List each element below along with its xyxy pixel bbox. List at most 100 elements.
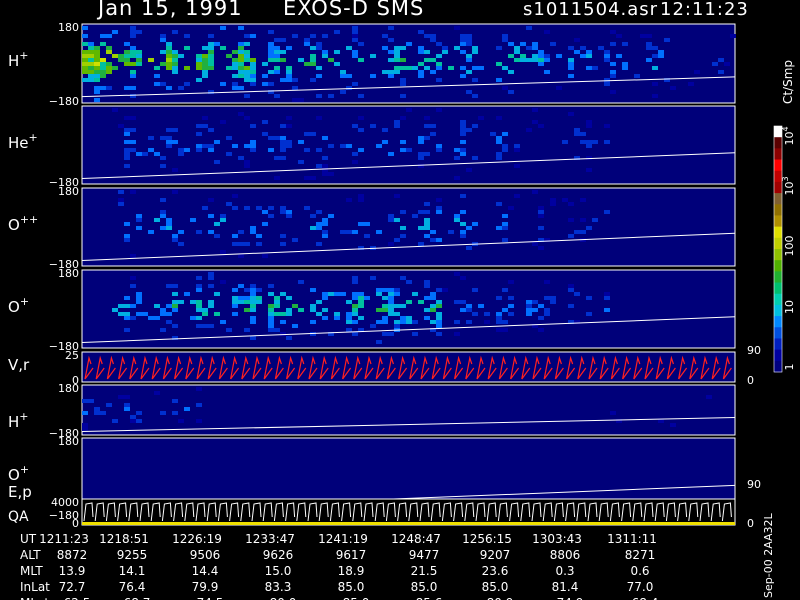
heatmap-cell: [154, 152, 160, 156]
heatmap-cell: [610, 42, 616, 46]
heatmap-cell: [184, 46, 190, 50]
heatmap-cell: [166, 46, 172, 50]
heatmap-cell: [202, 62, 208, 66]
heatmap-cell: [106, 70, 112, 74]
heatmap-cell: [568, 304, 574, 308]
heatmap-cell: [292, 238, 298, 242]
heatmap-cell: [214, 160, 220, 164]
heatmap-cell: [250, 336, 256, 340]
heatmap-cell: [394, 70, 400, 74]
heatmap-cell: [412, 292, 418, 296]
heatmap-cell: [388, 214, 394, 218]
heatmap-cell: [436, 66, 442, 70]
heatmap-cell: [268, 30, 274, 34]
heatmap-cell: [184, 292, 190, 296]
heatmap-cell: [388, 292, 394, 296]
heatmap-cell: [460, 300, 466, 304]
heatmap-cell: [316, 66, 322, 70]
heatmap-cell: [646, 34, 652, 38]
heatmap-cell: [238, 284, 244, 288]
heatmap-cell: [166, 54, 172, 58]
heatmap-cell: [418, 140, 424, 144]
heatmap-cell: [394, 58, 400, 62]
heatmap-cell: [424, 280, 430, 284]
heatmap-cell: [148, 316, 154, 320]
heatmap-cell: [430, 132, 436, 136]
panel-frame: [81, 23, 736, 104]
footer-cell: −85.0: [333, 596, 370, 600]
heatmap-cell: [280, 332, 286, 336]
colorbar-tick: 10: [783, 300, 796, 314]
heatmap-cell: [202, 144, 208, 148]
footer-cell: 72.7: [59, 580, 86, 594]
heatmap-cell: [322, 50, 328, 54]
heatmap-cell: [136, 300, 142, 304]
heatmap-cell: [268, 50, 274, 54]
heatmap-cell: [460, 124, 466, 128]
heatmap-cell: [172, 168, 178, 172]
heatmap-cell: [148, 148, 154, 152]
heatmap-cell: [208, 198, 214, 202]
heatmap-cell: [238, 58, 244, 62]
heatmap-cell: [400, 210, 406, 214]
heatmap-cell: [496, 116, 502, 120]
heatmap-cell: [352, 276, 358, 280]
heatmap-cell: [448, 66, 454, 70]
heatmap-cell: [160, 136, 166, 140]
heatmap-cell: [472, 156, 478, 160]
heatmap-cell: [340, 90, 346, 94]
heatmap-cell: [130, 54, 136, 58]
heatmap-cell: [160, 312, 166, 316]
heatmap-cell: [346, 328, 352, 332]
heatmap-cell: [88, 66, 94, 70]
heatmap-cell: [166, 58, 172, 62]
heatmap-cell: [82, 66, 88, 70]
heatmap-cell: [274, 300, 280, 304]
heatmap-cell: [172, 292, 178, 296]
heatmap-cell: [352, 50, 358, 54]
heatmap-cell: [280, 124, 286, 128]
heatmap-cell: [532, 120, 538, 124]
heatmap-cell: [208, 128, 214, 132]
heatmap-cell: [244, 34, 250, 38]
heatmap-cell: [430, 70, 436, 74]
heatmap-cell: [166, 62, 172, 66]
heatmap-cell: [268, 328, 274, 332]
heatmap-cell: [232, 296, 238, 300]
heatmap-cell: [538, 304, 544, 308]
heatmap-cell: [196, 284, 202, 288]
heatmap-cell: [460, 42, 466, 46]
heatmap-cell: [310, 320, 316, 324]
colorbar-segment: [774, 204, 782, 216]
heatmap-cell: [124, 152, 130, 156]
heatmap-cell: [376, 340, 382, 344]
heatmap-cell: [214, 312, 220, 316]
heatmap-cell: [412, 214, 418, 218]
heatmap-cell: [202, 70, 208, 74]
heatmap-cell: [550, 296, 556, 300]
heatmap-cell: [322, 296, 328, 300]
panel-label: He+: [8, 131, 38, 152]
heatmap-cell: [316, 94, 322, 98]
heatmap-cell: [130, 74, 136, 78]
heatmap-cell: [172, 304, 178, 308]
heatmap-cell: [166, 86, 172, 90]
panel-label: O+: [8, 295, 29, 316]
heatmap-cell: [382, 308, 388, 312]
heatmap-cell: [160, 34, 166, 38]
heatmap-cell: [340, 74, 346, 78]
heatmap-cell: [532, 108, 538, 112]
heatmap-cell: [376, 308, 382, 312]
heatmap-cell: [550, 300, 556, 304]
panel-frame: [81, 351, 736, 383]
heatmap-cell: [274, 70, 280, 74]
heatmap-cell: [208, 304, 214, 308]
heatmap-cell: [466, 58, 472, 62]
heatmap-cell: [328, 144, 334, 148]
heatmap-cell: [304, 132, 310, 136]
heatmap-cell: [250, 70, 256, 74]
footer-cell: 23.6: [482, 564, 509, 578]
heatmap-cell: [424, 58, 430, 62]
heatmap-cell: [268, 284, 274, 288]
heatmap-cell: [286, 78, 292, 82]
